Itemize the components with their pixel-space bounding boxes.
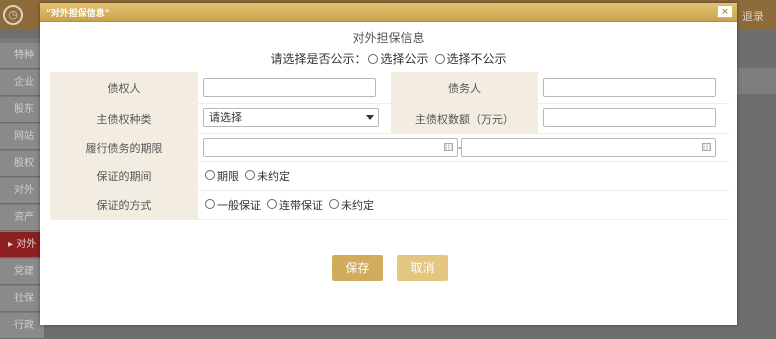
publicity-public-radio[interactable] <box>368 53 379 64</box>
sidebar-item: 对外 <box>0 178 44 204</box>
publicity-prompt: 请选择是否公示： <box>270 52 367 66</box>
form-row-parties: 债权人 债务人 <box>50 72 729 104</box>
method-general-radio[interactable] <box>205 199 215 209</box>
sidebar-item: 行政 <box>0 313 44 339</box>
cancel-button[interactable]: 取消 <box>397 255 448 281</box>
period-unspecified-label: 未约定 <box>257 170 290 183</box>
method-general-label: 一般保证 <box>217 199 261 212</box>
method-joint-label: 连带保证 <box>279 199 323 212</box>
term-start-date[interactable] <box>203 138 458 157</box>
method-unspecified-radio[interactable] <box>329 199 339 209</box>
creditor-label: 债权人 <box>50 72 198 103</box>
term-label: 履行债务的期限 <box>50 134 198 161</box>
guarantee-period-options: 期限 未约定 <box>203 162 290 190</box>
sidebar-item: 企业 <box>0 70 44 96</box>
dialog-title: "对外担保信息" <box>46 9 110 19</box>
background-login-link: 退录 <box>742 10 764 23</box>
clock-icon: ◷ <box>3 5 23 25</box>
dialog-titlebar: "对外担保信息" × <box>40 3 737 22</box>
chevron-down-icon <box>366 115 374 120</box>
period-term-radio[interactable] <box>205 170 215 180</box>
calendar-icon[interactable] <box>702 143 711 151</box>
sidebar-item: 网站 <box>0 124 44 150</box>
form-row-claim: 主债权种类 请选择 主债权数额（万元） <box>50 104 729 134</box>
form-heading: 对外担保信息 <box>352 31 425 45</box>
form-row-guarantee-period: 保证的期间 期限 未约定 <box>50 162 729 191</box>
form-row-term: 履行债务的期限 - <box>50 134 729 162</box>
term-end-date[interactable] <box>461 138 716 157</box>
sidebar-item: 社保 <box>0 286 44 312</box>
claim-amount-input[interactable] <box>543 108 716 127</box>
creditor-input[interactable] <box>203 78 376 97</box>
sidebar-item: 党建 <box>0 259 44 285</box>
sidebar-item: 股权 <box>0 151 44 177</box>
calendar-icon[interactable] <box>444 143 453 151</box>
save-button[interactable]: 保存 <box>332 255 383 281</box>
close-button[interactable]: × <box>717 5 733 18</box>
period-term-label: 期限 <box>217 170 239 183</box>
guarantee-dialog: "对外担保信息" × 对外担保信息 请选择是否公示： 选择公示 选择不公示 债权人 … <box>40 3 737 325</box>
form-row-guarantee-method: 保证的方式 一般保证 连带保证 未约定 <box>50 191 729 220</box>
guarantee-method-options: 一般保证 连带保证 未约定 <box>203 191 374 219</box>
publicity-public-label: 选择公示 <box>380 52 429 66</box>
publicity-choice: 请选择是否公示： 选择公示 选择不公示 <box>40 50 737 67</box>
background-bar <box>736 68 776 94</box>
claim-type-select[interactable]: 请选择 <box>203 108 379 127</box>
method-unspecified-label: 未约定 <box>341 199 374 212</box>
guarantee-period-label: 保证的期间 <box>50 162 198 190</box>
sidebar-item-active: ▸ 对外 <box>0 232 44 258</box>
claim-amount-label: 主债权数额（万元） <box>391 104 538 133</box>
method-joint-radio[interactable] <box>267 199 277 209</box>
sidebar-item: 特种 <box>0 43 44 69</box>
publicity-private-label: 选择不公示 <box>446 52 507 66</box>
publicity-private-radio[interactable] <box>434 53 445 64</box>
debtor-input[interactable] <box>543 78 716 97</box>
claim-type-label: 主债权种类 <box>50 104 198 133</box>
guarantee-method-label: 保证的方式 <box>50 191 198 219</box>
claim-type-value: 请选择 <box>209 111 242 124</box>
debtor-label: 债务人 <box>391 72 538 103</box>
sidebar-item: 股东 <box>0 97 44 123</box>
sidebar-item: 资产 <box>0 205 44 231</box>
period-unspecified-radio[interactable] <box>245 170 255 180</box>
